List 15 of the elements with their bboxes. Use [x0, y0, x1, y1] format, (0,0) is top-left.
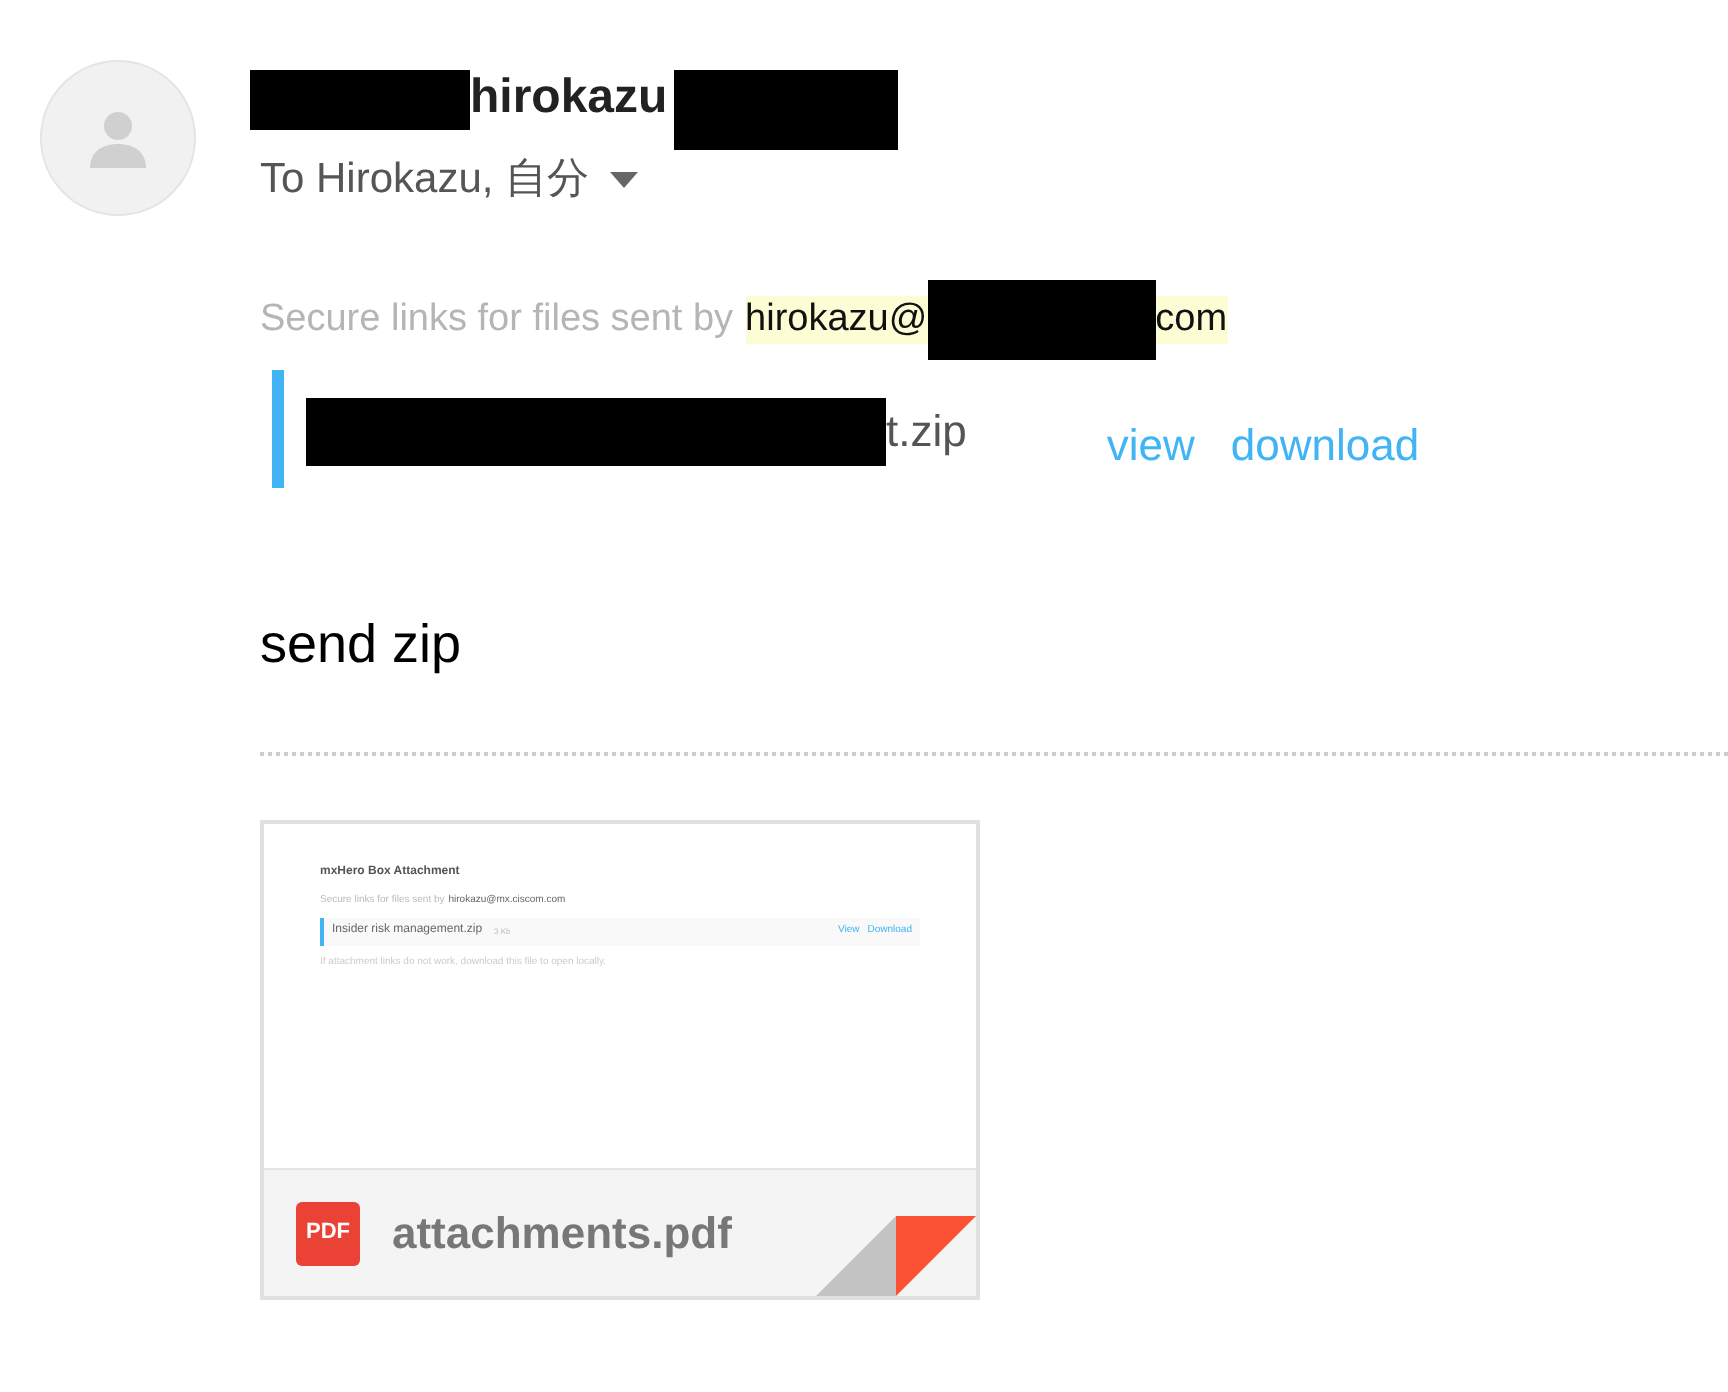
email-end: com: [1155, 296, 1228, 344]
sender-name: hirokazu: [470, 68, 668, 128]
recipients: To Hirokazu, 自分: [260, 154, 590, 206]
message-body: send zip: [260, 611, 464, 678]
file-accent-bar: [272, 369, 284, 487]
page-fold-icon: [816, 1216, 976, 1296]
file-name: t.zip: [886, 403, 967, 460]
attachment-card[interactable]: [260, 820, 980, 1300]
email-start: hirokazu@: [745, 296, 928, 344]
secure-links-label: Secure links for files sent by: [260, 296, 734, 344]
attachment-name: attachments.pdf: [392, 1206, 732, 1262]
file-link[interactable]: download: [1230, 411, 1420, 477]
pdf-icon: PDF: [296, 1201, 360, 1265]
file-link[interactable]: view: [1106, 411, 1195, 477]
caret-icon[interactable]: [609, 171, 638, 188]
